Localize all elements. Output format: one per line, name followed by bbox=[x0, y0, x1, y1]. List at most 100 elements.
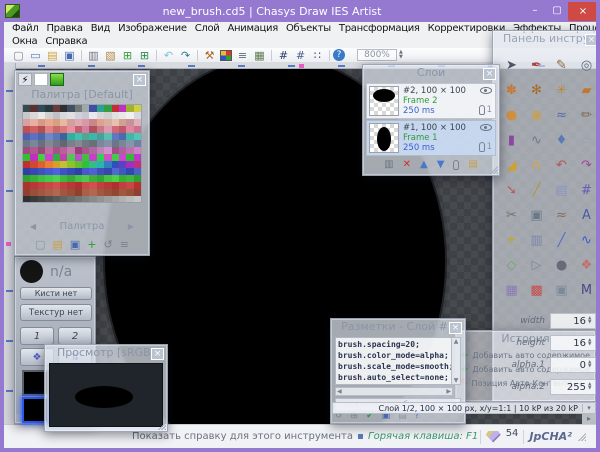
soft-sphere-tool-icon[interactable]: ◉ bbox=[524, 103, 549, 128]
markup-text-area[interactable]: brush.spacing=20;brush.color_mode=alpha;… bbox=[335, 337, 453, 385]
zoom-spinner[interactable]: ▲▼ bbox=[399, 50, 403, 60]
new-palette-icon[interactable]: ▢ bbox=[35, 238, 45, 252]
add-color-icon[interactable]: + bbox=[87, 238, 96, 252]
markup-resize-grip[interactable] bbox=[455, 413, 464, 422]
preview-resize-grip[interactable] bbox=[157, 421, 166, 430]
layer-row-1[interactable]: #1, 100 × 100Frame 1250 ms1 bbox=[366, 120, 496, 156]
palette-color-swatch[interactable] bbox=[126, 119, 133, 126]
palette-color-swatch[interactable] bbox=[119, 161, 126, 168]
copy-icon[interactable]: ▥ bbox=[85, 49, 102, 62]
diamond-shape-tool-icon[interactable]: ◇ bbox=[499, 253, 524, 278]
palette-color-swatch[interactable] bbox=[126, 175, 133, 182]
scribble-tool-icon[interactable]: ≈ bbox=[549, 203, 574, 228]
zoom-value-field[interactable]: 800% bbox=[357, 49, 397, 61]
menu-item-0[interactable]: Файл bbox=[8, 22, 42, 35]
palette-color-swatch[interactable] bbox=[23, 126, 30, 133]
palette-color-swatch[interactable] bbox=[126, 140, 133, 147]
palette-color-swatch[interactable] bbox=[119, 119, 126, 126]
palette-color-swatch[interactable] bbox=[104, 112, 111, 119]
palette-color-swatch[interactable] bbox=[119, 168, 126, 175]
palette-color-swatch[interactable] bbox=[30, 196, 37, 203]
palette-color-swatch[interactable] bbox=[134, 189, 141, 196]
palette-color-swatch[interactable] bbox=[53, 126, 60, 133]
palette-color-swatch[interactable] bbox=[75, 182, 82, 189]
palette-color-swatch[interactable] bbox=[126, 147, 133, 154]
hook-arrow-tool-icon[interactable]: ➘ bbox=[499, 178, 524, 203]
palette-color-swatch[interactable] bbox=[119, 175, 126, 182]
palette-list-icon[interactable]: ≡ bbox=[120, 238, 129, 252]
palette-color-swatch[interactable] bbox=[126, 126, 133, 133]
palette-color-swatch[interactable] bbox=[53, 119, 60, 126]
palette-color-swatch[interactable] bbox=[126, 105, 133, 112]
palette-color-swatch[interactable] bbox=[126, 161, 133, 168]
palette-color-swatch[interactable] bbox=[97, 196, 104, 203]
palette-color-swatch[interactable] bbox=[30, 133, 37, 140]
preview-close-icon[interactable]: × bbox=[151, 348, 164, 360]
palette-color-swatch[interactable] bbox=[23, 105, 30, 112]
palette-color-swatch[interactable] bbox=[82, 140, 89, 147]
palette-color-swatch[interactable] bbox=[67, 119, 74, 126]
palette-color-swatch[interactable] bbox=[67, 189, 74, 196]
layer-down-icon[interactable]: ▼ bbox=[437, 158, 445, 172]
palette-color-swatch[interactable] bbox=[89, 196, 96, 203]
line-tool-icon[interactable]: ╱ bbox=[549, 228, 574, 253]
guides-icon[interactable]: # bbox=[275, 49, 292, 62]
palette-color-swatch[interactable] bbox=[89, 133, 96, 140]
palette-color-swatch[interactable] bbox=[38, 126, 45, 133]
palette-color-swatch[interactable] bbox=[30, 126, 37, 133]
palette-color-swatch[interactable] bbox=[104, 175, 111, 182]
palette-color-swatch[interactable] bbox=[97, 119, 104, 126]
palette-color-swatch[interactable] bbox=[38, 175, 45, 182]
palette-color-swatch[interactable] bbox=[38, 133, 45, 140]
frame-tool-icon[interactable]: ▣ bbox=[549, 278, 574, 303]
tools-hammer-icon[interactable]: ⚒ bbox=[201, 49, 218, 62]
palette-color-swatch[interactable] bbox=[112, 105, 119, 112]
palette-color-swatch[interactable] bbox=[67, 168, 74, 175]
palette-color-swatch[interactable] bbox=[38, 168, 45, 175]
palette-color-swatch[interactable] bbox=[134, 105, 141, 112]
layer-row-0[interactable]: #2, 100 × 100Frame 2250 ms1 bbox=[366, 83, 496, 119]
palette-color-swatch[interactable] bbox=[119, 133, 126, 140]
palette-color-swatch[interactable] bbox=[30, 161, 37, 168]
smudge-tool-icon[interactable]: ▱ bbox=[574, 128, 599, 153]
palette-color-swatch[interactable] bbox=[112, 161, 119, 168]
palette-color-swatch[interactable] bbox=[82, 196, 89, 203]
palette-color-swatch[interactable] bbox=[82, 168, 89, 175]
palette-color-swatch[interactable] bbox=[53, 112, 60, 119]
palette-color-swatch[interactable] bbox=[97, 112, 104, 119]
text-m-tool-icon[interactable]: M bbox=[574, 278, 599, 303]
palette-color-swatch[interactable] bbox=[60, 168, 67, 175]
palette-color-swatch[interactable] bbox=[23, 168, 30, 175]
curl-right-tool-icon[interactable]: ↷ bbox=[574, 153, 599, 178]
palette-color-swatch[interactable] bbox=[126, 133, 133, 140]
palette-color-swatch[interactable] bbox=[23, 196, 30, 203]
palette-color-swatch[interactable] bbox=[60, 126, 67, 133]
paste-icon[interactable]: ▧ bbox=[102, 49, 119, 62]
waves-tool-icon[interactable]: ∿ bbox=[524, 128, 549, 153]
paste-as-layer-icon[interactable]: ⊞ bbox=[136, 49, 153, 62]
merge-layers-icon[interactable]: ▤ bbox=[468, 158, 477, 172]
palette-color-swatch[interactable] bbox=[23, 133, 30, 140]
curve-tool-icon[interactable]: ∿ bbox=[574, 228, 599, 253]
palette-color-swatch[interactable] bbox=[134, 168, 141, 175]
palette-color-swatch[interactable] bbox=[89, 126, 96, 133]
palette-color-swatch[interactable] bbox=[126, 168, 133, 175]
palette-color-swatch[interactable] bbox=[45, 140, 52, 147]
menu-item-1[interactable]: Правка bbox=[42, 22, 86, 35]
palette-color-swatch[interactable] bbox=[82, 175, 89, 182]
palette-color-swatch[interactable] bbox=[112, 168, 119, 175]
palette-color-swatch[interactable] bbox=[45, 133, 52, 140]
palette-color-swatch[interactable] bbox=[53, 154, 60, 161]
color-wheel-tool-icon[interactable]: ❖ bbox=[574, 253, 599, 278]
palette-color-swatch[interactable] bbox=[75, 126, 82, 133]
palette-color-swatch[interactable] bbox=[53, 147, 60, 154]
option-1-button[interactable]: 1 bbox=[20, 327, 54, 345]
palette-color-swatch[interactable] bbox=[89, 105, 96, 112]
palette-color-swatch[interactable] bbox=[45, 161, 52, 168]
palette-color-swatch[interactable] bbox=[60, 119, 67, 126]
palette-color-swatch[interactable] bbox=[38, 154, 45, 161]
palette-color-swatch[interactable] bbox=[67, 161, 74, 168]
airbrush-tool-icon[interactable]: ≈ bbox=[549, 103, 574, 128]
palette-color-swatch[interactable] bbox=[82, 119, 89, 126]
palette-color-swatch[interactable] bbox=[75, 175, 82, 182]
